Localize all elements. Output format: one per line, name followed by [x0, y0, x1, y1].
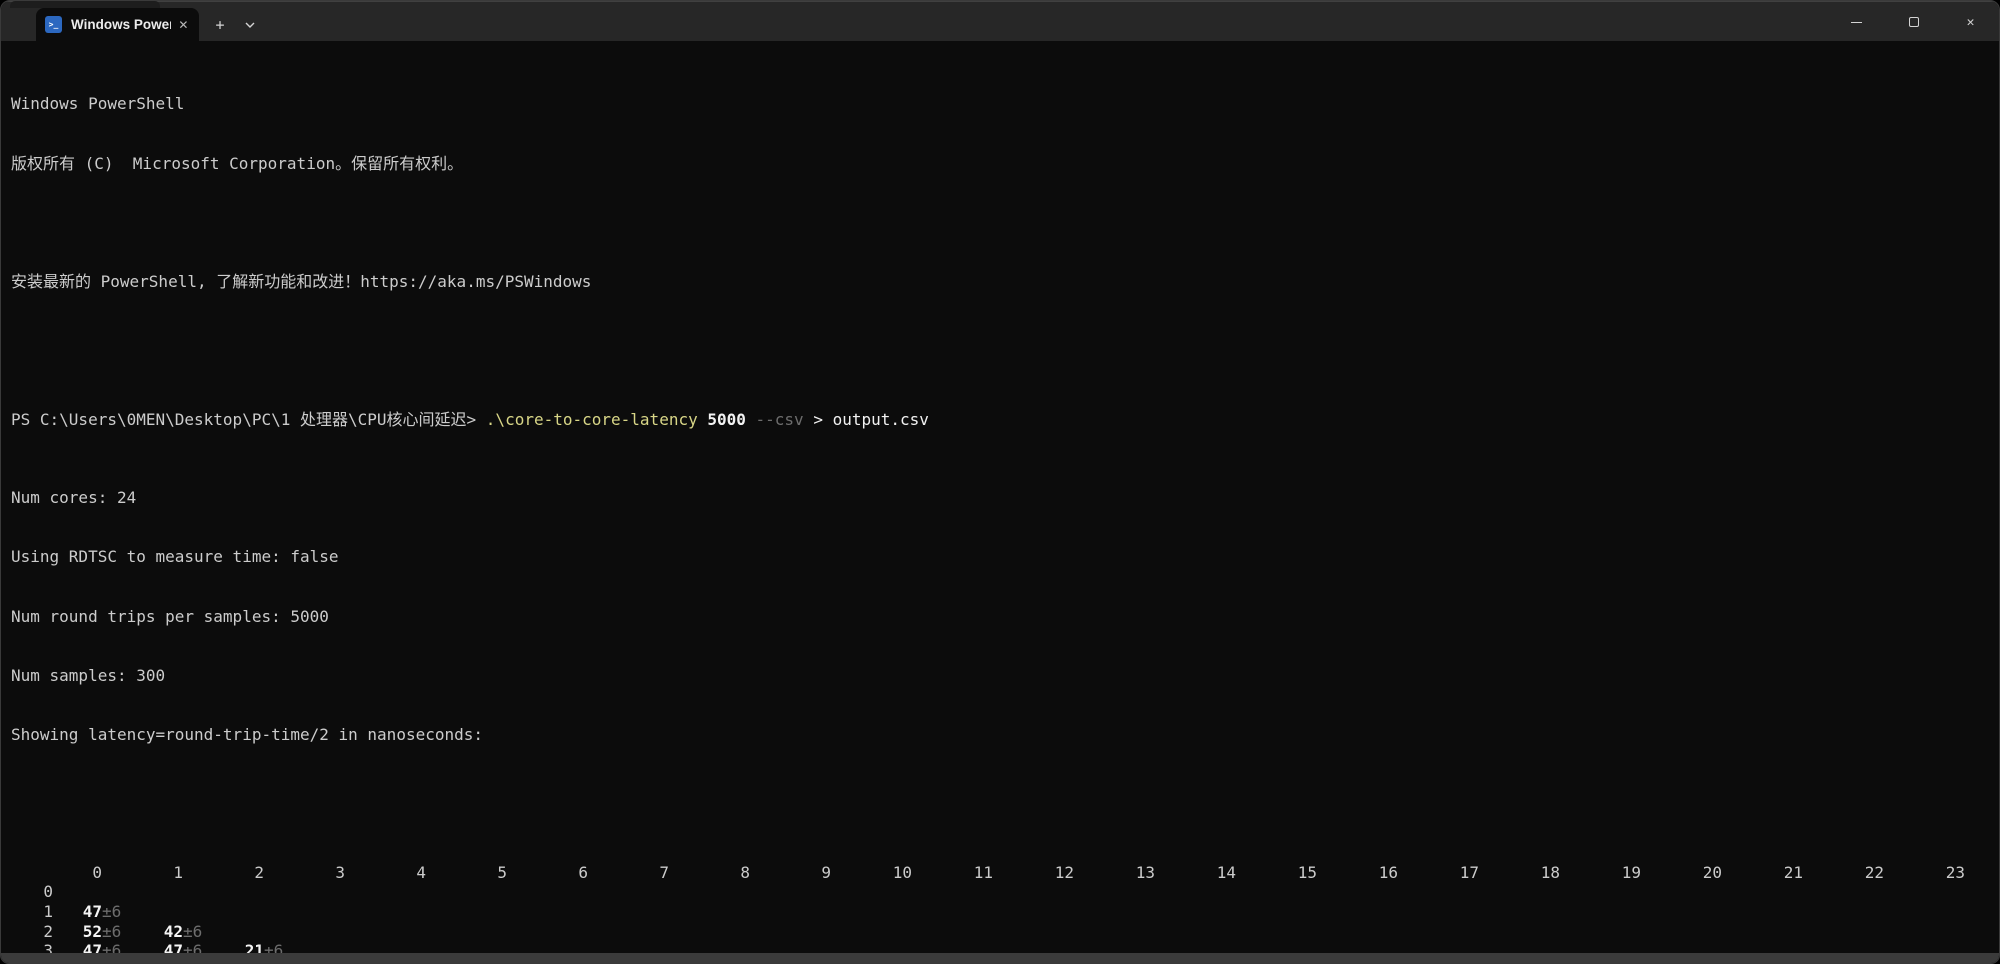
- matrix-col-header: 6: [539, 863, 620, 883]
- new-tab-button[interactable]: +: [205, 8, 235, 41]
- matrix-col-header: 8: [701, 863, 782, 883]
- maximize-button[interactable]: [1885, 2, 1942, 42]
- error-margin: ±6: [183, 922, 202, 941]
- maximize-icon: [1909, 17, 1919, 27]
- terminal-content: Windows PowerShell 版权所有 (C) Microsoft Co…: [1, 41, 1999, 953]
- prompt-text: PS C:\Users\0MEN\Desktop\PC\1 处理器\CPU核心间…: [11, 410, 486, 429]
- matrix-col-header: 14: [1187, 863, 1268, 883]
- matrix-col-header: 15: [1268, 863, 1349, 883]
- matrix-cell: 52±6: [53, 922, 134, 942]
- error-margin: ±6: [102, 902, 121, 921]
- matrix-col-header: 4: [377, 863, 458, 883]
- matrix-col-header: 9: [782, 863, 863, 883]
- window-bottom-edge: [1, 953, 1999, 963]
- matrix-col-header: 10: [863, 863, 944, 883]
- close-icon: ✕: [1967, 15, 1975, 30]
- matrix-col-header: 17: [1430, 863, 1511, 883]
- matrix-col-header: 22: [1835, 863, 1916, 883]
- command-executable: .\core-to-core-latency: [486, 410, 698, 429]
- blank-line: [11, 331, 1999, 351]
- minimize-button[interactable]: [1828, 2, 1885, 42]
- command-flag: --csv: [746, 410, 804, 429]
- matrix-col-header: 23: [1916, 863, 1997, 883]
- matrix-row: 0: [11, 882, 1999, 902]
- info-line: Num samples: 300: [11, 666, 1999, 686]
- matrix-col-header: 5: [458, 863, 539, 883]
- terminal-window: >_ Windows PowerShell ✕ + ✕ Windows Powe…: [0, 0, 2000, 964]
- blank-line: [11, 784, 1999, 804]
- matrix-corner: [11, 863, 53, 883]
- command-line: PS C:\Users\0MEN\Desktop\PC\1 处理器\CPU核心间…: [11, 410, 1999, 430]
- command-argument: 5000: [698, 410, 746, 429]
- chevron-down-icon: [244, 19, 256, 31]
- matrix-row-label: 1: [11, 902, 53, 922]
- banner-line: 安装最新的 PowerShell, 了解新功能和改进！https://aka.m…: [11, 272, 1999, 292]
- background-window-artifact: [10, 1, 160, 8]
- tab-close-icon[interactable]: ✕: [177, 16, 190, 34]
- matrix-col-header: 20: [1673, 863, 1754, 883]
- matrix-cell: 47±6: [53, 902, 134, 922]
- matrix-col-header: 19: [1592, 863, 1673, 883]
- matrix-col-header: 3: [296, 863, 377, 883]
- window-controls: ✕: [1828, 2, 1999, 42]
- matrix-col-header: 2: [215, 863, 296, 883]
- matrix-col-header: 13: [1106, 863, 1187, 883]
- blank-line: [11, 213, 1999, 233]
- close-button[interactable]: ✕: [1942, 2, 1999, 42]
- matrix-col-header: 16: [1349, 863, 1430, 883]
- matrix-col-header: 18: [1511, 863, 1592, 883]
- matrix-row-label: 0: [11, 882, 53, 902]
- matrix-col-header: 1: [134, 863, 215, 883]
- matrix-cell: 42±6: [134, 922, 215, 942]
- matrix-row-label: 2: [11, 922, 53, 942]
- minimize-icon: [1851, 22, 1862, 23]
- matrix-col-header: 12: [1025, 863, 1106, 883]
- latency-matrix: 0123456789101112131415161718192021222301…: [11, 863, 1999, 964]
- tab-windows-powershell[interactable]: >_ Windows PowerShell ✕: [36, 8, 199, 41]
- tab-title: Windows PowerShell: [71, 17, 171, 32]
- matrix-col-header: 11: [944, 863, 1025, 883]
- info-line: Showing latency=round-trip-time/2 in nan…: [11, 725, 1999, 745]
- matrix-header-row: 01234567891011121314151617181920212223: [11, 863, 1999, 883]
- matrix-col-header: 7: [620, 863, 701, 883]
- error-margin: ±6: [102, 922, 121, 941]
- matrix-row: 147±6: [11, 902, 1999, 922]
- info-line: Num cores: 24: [11, 488, 1999, 508]
- powershell-icon: >_: [45, 16, 62, 33]
- info-line: Using RDTSC to measure time: false: [11, 547, 1999, 567]
- matrix-col-header: 21: [1754, 863, 1835, 883]
- banner-line: Windows PowerShell: [11, 94, 1999, 114]
- matrix-row: 252±642±6: [11, 922, 1999, 942]
- matrix-col-header: 0: [53, 863, 134, 883]
- info-line: Num round trips per samples: 5000: [11, 607, 1999, 627]
- banner-line: 版权所有 (C) Microsoft Corporation。保留所有权利。: [11, 154, 1999, 174]
- titlebar[interactable]: >_ Windows PowerShell ✕ + ✕: [1, 1, 1999, 41]
- tab-dropdown-button[interactable]: [235, 8, 265, 41]
- command-redirect: > output.csv: [804, 410, 929, 429]
